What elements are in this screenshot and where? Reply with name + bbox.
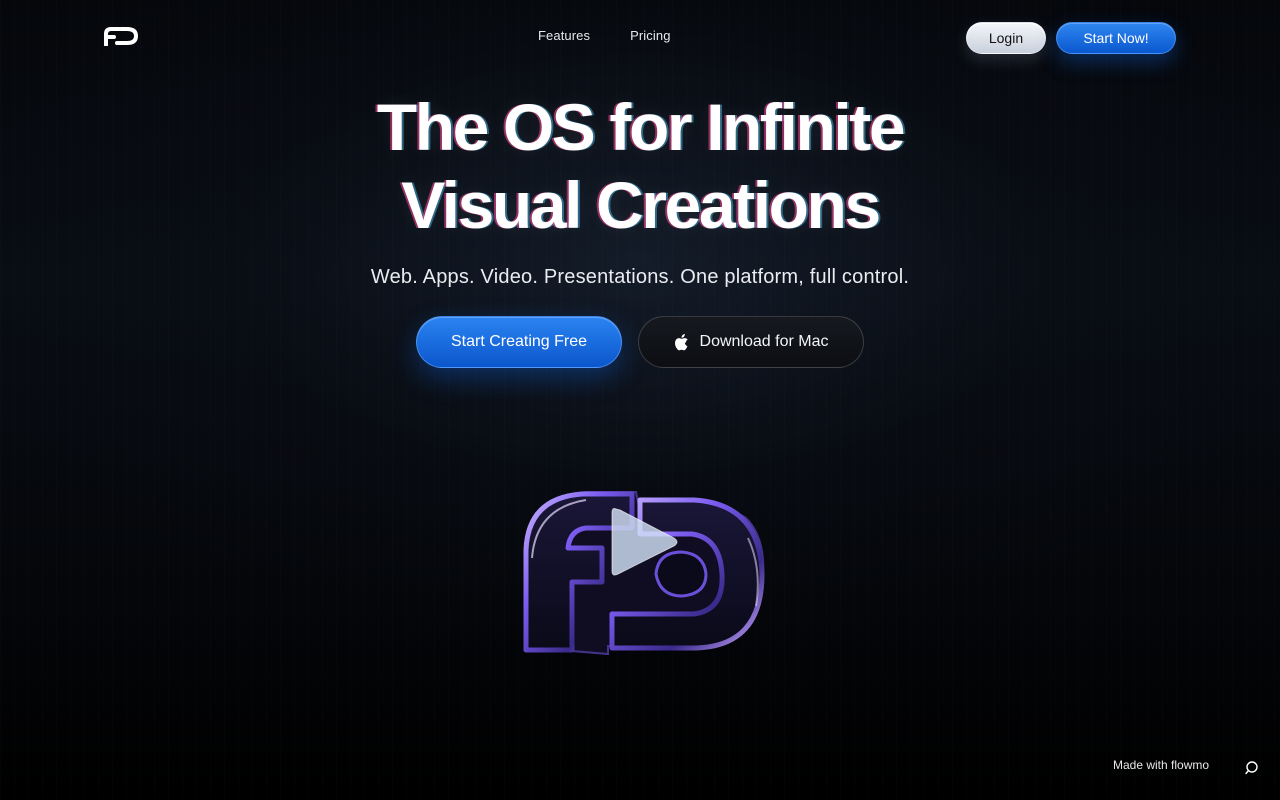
hero-subtitle: Web. Apps. Video. Presentations. One pla…	[370, 266, 910, 288]
start-creating-free-button[interactable]: Start Creating Free	[416, 316, 622, 368]
made-with-flowmo-badge[interactable]: Made with flowmo	[1113, 758, 1209, 772]
download-for-mac-label: Download for Mac	[699, 333, 829, 350]
hero-title-line-2: Visual Creations	[401, 168, 881, 242]
chat-bubble-icon[interactable]	[1243, 760, 1259, 776]
start-now-button[interactable]: Start Now!	[1056, 22, 1176, 54]
nav-link-pricing[interactable]: Pricing	[630, 28, 670, 43]
top-nav: Features Pricing Login Start Now!	[0, 0, 1280, 72]
nav-links: Features Pricing	[538, 28, 671, 43]
login-button[interactable]: Login	[966, 22, 1046, 54]
download-for-mac-button[interactable]: Download for Mac	[638, 316, 864, 368]
play-icon[interactable]	[608, 503, 682, 581]
landing-page: Features Pricing Login Start Now! The OS…	[0, 0, 1280, 800]
fd-logo-icon[interactable]	[103, 26, 139, 46]
hero-title: The OS for Infinite Visual Creations	[0, 88, 1280, 244]
apple-icon	[674, 334, 688, 351]
nav-link-features[interactable]: Features	[538, 28, 590, 43]
hero-title-line-1: The OS for Infinite	[376, 90, 906, 164]
